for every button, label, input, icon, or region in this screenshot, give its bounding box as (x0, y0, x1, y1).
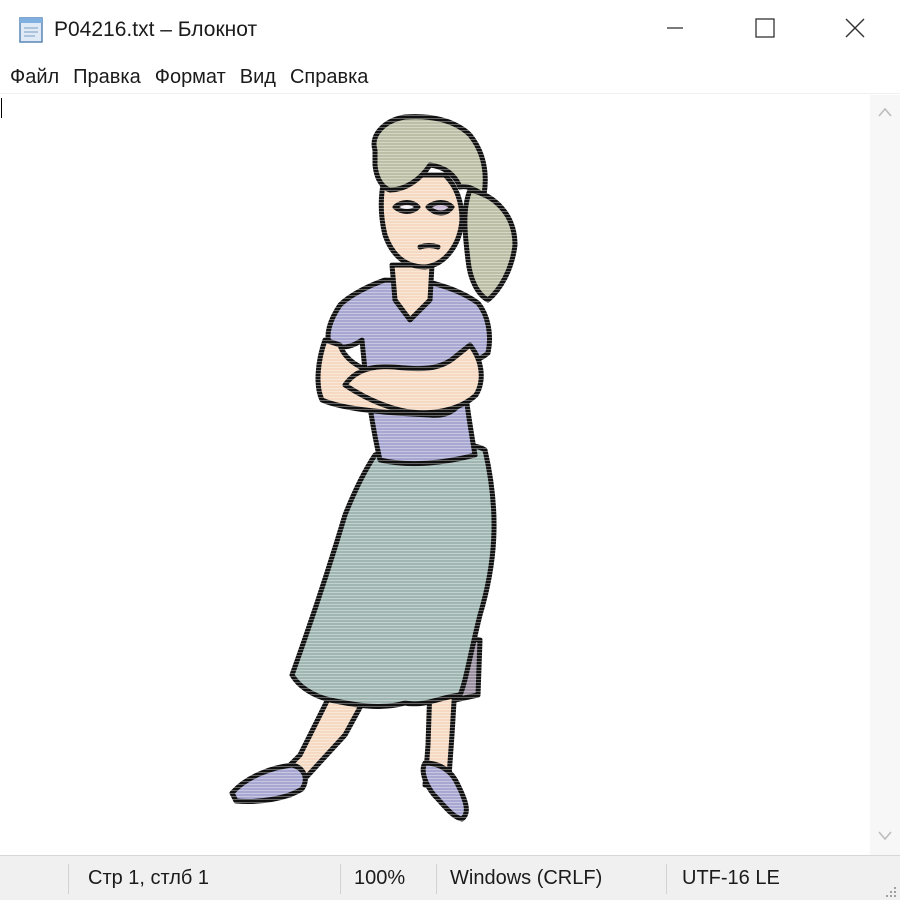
menu-view[interactable]: Вид (234, 60, 284, 94)
zoom-level: 100% (354, 867, 406, 889)
status-bar: Стр 1, стлб 1 100% Windows (CRLF) UTF-16… (0, 855, 900, 900)
status-separator (666, 864, 667, 894)
window-title: P04216.txt – Блокнот (54, 18, 258, 41)
resize-grip-icon[interactable] (882, 882, 898, 898)
close-button[interactable] (810, 0, 900, 60)
text-art-figure (220, 110, 530, 830)
menu-help[interactable]: Справка (284, 60, 376, 94)
menu-file[interactable]: Файл (4, 60, 67, 94)
menu-format[interactable]: Формат (149, 60, 234, 94)
status-separator (340, 864, 341, 894)
line-endings: Windows (CRLF) (450, 867, 603, 889)
chevron-down-icon (878, 828, 892, 846)
chevron-up-icon (878, 104, 892, 122)
status-separator (68, 864, 69, 894)
vertical-scrollbar[interactable] (870, 95, 900, 855)
encoding: UTF-16 LE (682, 867, 780, 889)
title-bar[interactable]: P04216.txt – Блокнот (0, 0, 900, 60)
cursor-position: Стр 1, стлб 1 (88, 867, 210, 889)
maximize-button[interactable] (720, 0, 810, 60)
maximize-icon (754, 17, 776, 44)
minimize-button[interactable] (630, 0, 720, 60)
notepad-icon (16, 16, 46, 44)
status-separator (436, 864, 437, 894)
minimize-icon (665, 18, 685, 43)
text-editor[interactable] (0, 95, 870, 855)
menu-bar: Файл Правка Формат Вид Справка (0, 60, 900, 94)
notepad-window: P04216.txt – Блокнот Файл Правка Формат … (0, 0, 900, 900)
close-icon (844, 17, 866, 44)
scroll-down-button[interactable] (870, 819, 900, 855)
menu-edit[interactable]: Правка (67, 60, 149, 94)
scroll-up-button[interactable] (870, 95, 900, 131)
